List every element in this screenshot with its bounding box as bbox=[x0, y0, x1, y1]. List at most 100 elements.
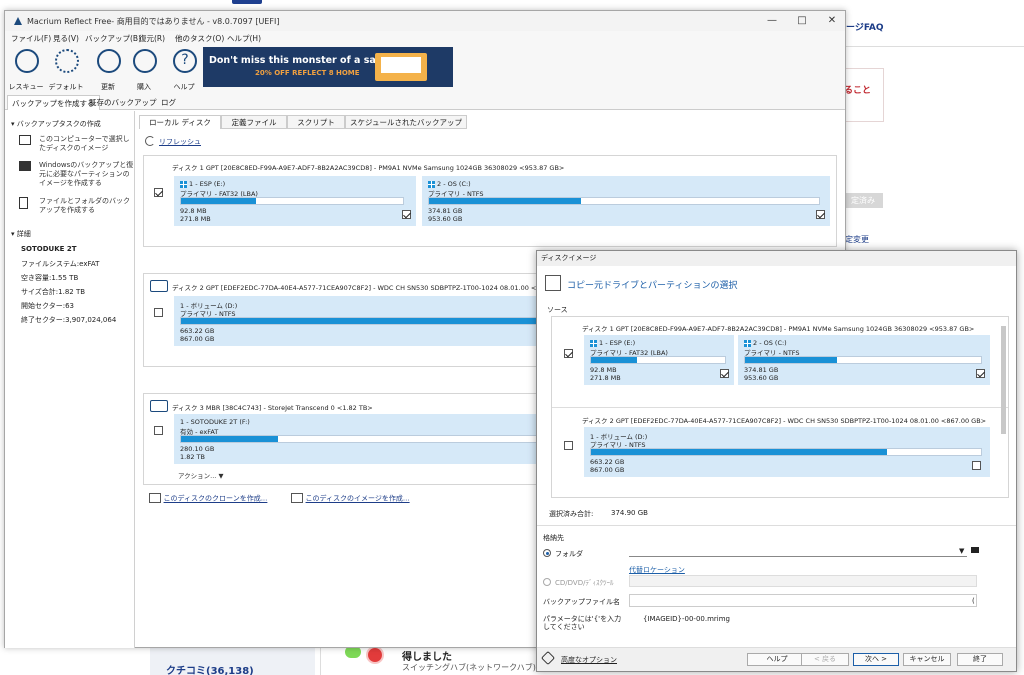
alternate-location-link[interactable]: 代替ロケーション bbox=[629, 565, 685, 575]
promo-banner[interactable]: Don't miss this monster of a sale! 20% O… bbox=[203, 47, 453, 87]
menu-help[interactable]: ヘルプ(H) bbox=[227, 33, 261, 44]
used-size: 663.22 GB bbox=[180, 327, 215, 335]
filename-pattern: {IMAGEID}-00-00.mrimg bbox=[643, 615, 730, 623]
dialog-footer: 高度なオプション ヘルプ < 戻る 次へ > キャンセル 終了 bbox=[537, 647, 1016, 671]
disk-image-dialog: ディスクイメージ コピー元ドライブとパーティションの選択 ソース ディスク 1 … bbox=[536, 250, 1017, 672]
brace-button[interactable]: ( bbox=[972, 597, 975, 605]
menu-other-tasks[interactable]: 他のタスク(O) bbox=[175, 33, 224, 44]
partition-checkbox[interactable] bbox=[402, 210, 411, 219]
minimize-button[interactable]: — bbox=[765, 14, 779, 28]
selected-total-value: 374.90 GB bbox=[611, 509, 648, 517]
settings-change-link[interactable]: 定変更 bbox=[845, 234, 869, 245]
disk-3-title: ディスク 3 MBR [38C4C743] - StoreJet Transce… bbox=[172, 404, 373, 412]
source-disk-1-checkbox[interactable] bbox=[564, 349, 573, 358]
finish-button[interactable]: 終了 bbox=[957, 653, 1003, 666]
buy-button[interactable]: 購入 bbox=[127, 49, 161, 95]
detail-section-title: 詳細 bbox=[16, 230, 31, 238]
help-button[interactable]: ヘルプ bbox=[747, 653, 807, 666]
clone-disk-action[interactable]: このディスクのクローンを作成... bbox=[149, 493, 267, 504]
folder-radio[interactable] bbox=[543, 549, 551, 557]
clone-icon bbox=[149, 493, 161, 503]
help-icon: ? bbox=[173, 49, 197, 73]
next-button[interactable]: 次へ > bbox=[853, 653, 899, 666]
dialog-title: ディスクイメージ bbox=[537, 251, 1016, 266]
partition-name: 2 - OS (C:) bbox=[744, 339, 787, 347]
tab-existing-backups[interactable]: 既存のバックアップ bbox=[85, 95, 161, 110]
windows-icon bbox=[19, 161, 31, 171]
divider bbox=[537, 525, 1016, 526]
advanced-options-link[interactable]: 高度なオプション bbox=[561, 655, 617, 665]
source-disk-list: ディスク 1 GPT [20E8C8ED-F99A-A9E7-ADF7-8B2A… bbox=[551, 316, 1009, 498]
filename-input[interactable] bbox=[629, 594, 977, 607]
disk-2-title: ディスク 2 GPT [EDEF2EDC-77DA-40E4-A577-71CE… bbox=[172, 284, 577, 292]
tab-log[interactable]: ログ bbox=[157, 95, 180, 110]
menu-backup[interactable]: バックアップ(B) bbox=[85, 33, 141, 44]
source-disk-1-partition-1[interactable]: 1 - ESP (E:) プライマリ - FAT32 (LBA) 92.8 MB… bbox=[584, 335, 734, 385]
cd-dropdown[interactable] bbox=[629, 575, 977, 587]
task-image-disk[interactable]: このコンピューターで選択したディスクのイメージ bbox=[19, 135, 131, 155]
tab-definitions[interactable]: 定義ファイル bbox=[221, 115, 287, 129]
title-bar: Macrium Reflect Free- 商用目的ではありません - v8.0… bbox=[5, 11, 845, 31]
menu-file[interactable]: ファイル(F) bbox=[11, 33, 51, 44]
detail-section-header[interactable]: ▾ 詳細 bbox=[11, 229, 31, 239]
detail-volume-name: SOTODUKE 2T bbox=[21, 245, 77, 253]
tab-scripts[interactable]: スクリプト bbox=[287, 115, 345, 129]
back-button[interactable]: < 戻る bbox=[801, 653, 849, 666]
detail-end-sector: 終了セクター:3,907,024,064 bbox=[21, 316, 117, 324]
tab-local-disk[interactable]: ローカル ディスク bbox=[139, 115, 221, 129]
folder-icon[interactable] bbox=[971, 547, 979, 553]
disk-1-checkbox[interactable] bbox=[154, 188, 163, 197]
actions-dropdown[interactable]: アクション... ▼ bbox=[178, 470, 223, 480]
total-size: 271.8 MB bbox=[180, 215, 211, 223]
detail-filesystem: ファイルシステム:exFAT bbox=[21, 260, 100, 268]
close-button[interactable]: ✕ bbox=[825, 14, 839, 28]
selected-total-label: 選択済み合計: bbox=[549, 510, 594, 518]
faq-link[interactable]: ージFAQ bbox=[846, 20, 884, 33]
partition-name-text: 2 - OS (C:) bbox=[753, 339, 787, 347]
rescue-button[interactable]: レスキュー bbox=[9, 49, 44, 95]
task-windows-image[interactable]: Windowsのバックアップと復元に必要なパーティションのイメージを作成する bbox=[19, 161, 133, 191]
refresh-link[interactable]: リフレッシュ bbox=[159, 137, 201, 147]
disk-3-checkbox[interactable] bbox=[154, 426, 163, 435]
detail-free-space: 空き容量:1.55 TB bbox=[21, 274, 79, 282]
update-button[interactable]: 更新 bbox=[91, 49, 125, 95]
notice-text: ること bbox=[844, 86, 872, 96]
task-section-header[interactable]: ▾ バックアップタスクの作成 bbox=[11, 119, 101, 129]
partition-checkbox[interactable] bbox=[816, 210, 825, 219]
folder-path-input[interactable] bbox=[629, 545, 967, 557]
disk-1-partition-1[interactable]: 1 - ESP (E:) プライマリ - FAT32 (LBA) 92.8 MB… bbox=[174, 176, 416, 226]
disk-2-checkbox[interactable] bbox=[154, 308, 163, 317]
maximize-button[interactable]: □ bbox=[795, 14, 809, 28]
help-button[interactable]: ? ヘルプ bbox=[167, 49, 201, 95]
settings-done-button[interactable]: 定済み bbox=[843, 193, 883, 208]
dialog-header: コピー元ドライブとパーティションの選択 bbox=[537, 266, 1016, 296]
menu-view[interactable]: 見る(V) bbox=[53, 33, 79, 44]
total-size: 867.00 GB bbox=[590, 466, 625, 474]
usage-bar bbox=[590, 448, 982, 456]
tab-scheduled[interactable]: スケジュールされたバックアップ bbox=[345, 115, 467, 129]
partition-name: 2 - OS (C:) bbox=[428, 180, 471, 188]
task-image-disk-label: このコンピューターで選択したディスクのイメージ bbox=[39, 135, 130, 152]
windows-icon bbox=[180, 180, 187, 188]
task-file-backup[interactable]: ファイルとフォルダのバックアップを作成する bbox=[19, 197, 131, 217]
cancel-button[interactable]: キャンセル bbox=[903, 653, 951, 666]
disk-1-partition-2[interactable]: 2 - OS (C:) プライマリ - NTFS 374.81 GB 953.6… bbox=[422, 176, 830, 226]
menu-restore[interactable]: 復元(R) bbox=[139, 33, 165, 44]
cd-radio[interactable] bbox=[543, 578, 551, 586]
source-scrollbar[interactable] bbox=[1001, 326, 1006, 434]
filename-label: バックアップファイル名 bbox=[543, 598, 620, 606]
chevron-down-icon[interactable]: ▼ bbox=[959, 547, 964, 555]
used-size: 374.81 GB bbox=[744, 366, 779, 374]
partition-checkbox[interactable] bbox=[720, 369, 729, 378]
source-disk-2-title: ディスク 2 GPT [EDEF2EDC-77DA-40E4-A577-71CE… bbox=[582, 417, 987, 425]
source-disk-2-checkbox[interactable] bbox=[564, 441, 573, 450]
lifebuoy-icon bbox=[15, 49, 39, 73]
windows-icon bbox=[744, 339, 751, 347]
image-disk-action[interactable]: このディスクのイメージを作成... bbox=[291, 493, 410, 504]
source-disk-2-partition-1[interactable]: 1 - ボリューム (D:) プライマリ - NTFS 663.22 GB 86… bbox=[584, 427, 990, 477]
partition-checkbox[interactable] bbox=[972, 461, 981, 470]
review-link[interactable]: クチコミ(36,138) bbox=[166, 662, 254, 675]
default-button[interactable]: デフォルト bbox=[49, 49, 84, 95]
partition-checkbox[interactable] bbox=[976, 369, 985, 378]
source-disk-1-partition-2[interactable]: 2 - OS (C:) プライマリ - NTFS 374.81 GB 953.6… bbox=[738, 335, 990, 385]
